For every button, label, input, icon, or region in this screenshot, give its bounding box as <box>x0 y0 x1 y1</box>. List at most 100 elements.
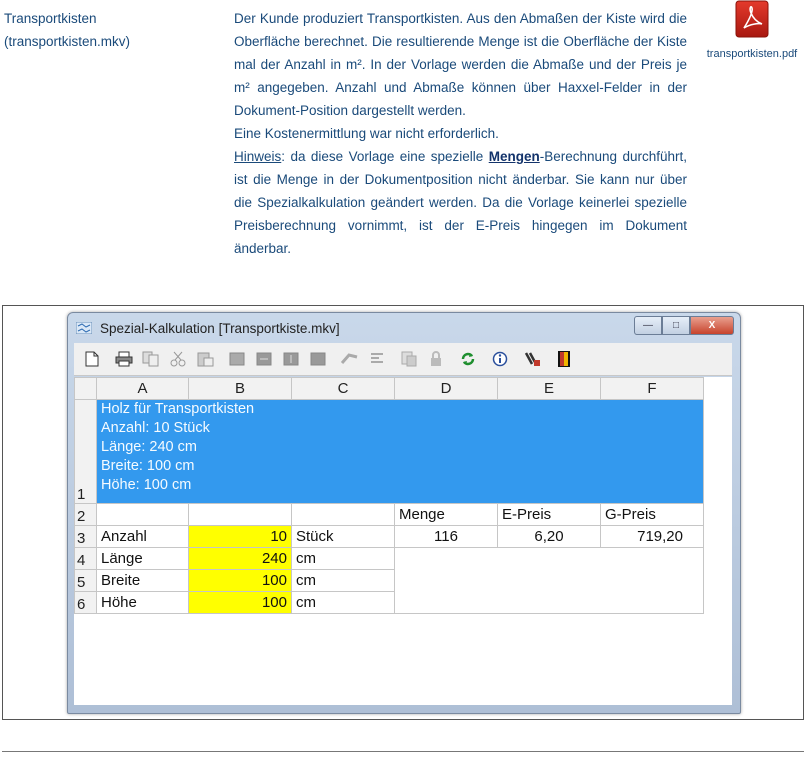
description-cell[interactable]: Holz für Transportkisten Anzahl: 10 Stüc… <box>96 399 704 504</box>
breite-input-cell[interactable]: 100 <box>188 569 292 592</box>
anzahl-input-cell[interactable]: 10 <box>188 525 292 548</box>
menge-value-cell[interactable]: 116 <box>394 525 498 548</box>
cell[interactable] <box>600 569 704 592</box>
cell[interactable] <box>188 503 292 526</box>
toolbar <box>74 343 732 376</box>
corner-cell[interactable] <box>74 377 97 400</box>
table-row: 2 Menge E-Preis G-Preis <box>74 503 704 526</box>
cell[interactable] <box>394 547 498 570</box>
format-icon[interactable] <box>400 350 418 368</box>
cell-line: Anzahl: 10 Stück <box>101 420 210 436</box>
label-cell[interactable]: Höhe <box>96 591 189 614</box>
unit-cell[interactable]: cm <box>291 547 395 570</box>
refresh-icon[interactable] <box>459 350 477 368</box>
item-title-column: Transportkisten (transportkisten.mkv) <box>4 7 224 53</box>
unit-cell[interactable]: cm <box>291 591 395 614</box>
settings-icon[interactable] <box>523 350 541 368</box>
pdf-attachment[interactable]: transportkisten.pdf <box>700 0 804 60</box>
epreis-value-cell[interactable]: 6,20 <box>497 525 601 548</box>
cell[interactable] <box>394 591 498 614</box>
row-header-3[interactable]: 3 <box>74 525 97 548</box>
gpreis-header-cell[interactable]: G-Preis <box>600 503 704 526</box>
align-icon[interactable] <box>368 350 386 368</box>
hint-text-b: -Berechnung durchführt, ist die Menge in… <box>234 149 687 256</box>
close-button[interactable]: X <box>690 316 734 335</box>
table-row: 4 Länge 240 cm <box>74 547 704 570</box>
row-header-4[interactable]: 4 <box>74 547 97 570</box>
row-delete-icon[interactable] <box>282 350 300 368</box>
cell[interactable] <box>394 569 498 592</box>
maximize-icon: □ <box>672 320 680 331</box>
cell[interactable] <box>498 548 601 570</box>
hint-text-a: : da diese Vorlage eine spezielle <box>281 149 489 164</box>
pdf-filename[interactable]: transportkisten.pdf <box>700 48 804 60</box>
cell-line: Breite: 100 cm <box>101 458 195 474</box>
table-row: 3 Anzahl 10 Stück 116 6,20 719,20 <box>74 525 704 548</box>
paste-icon[interactable] <box>196 350 214 368</box>
copy-icon[interactable] <box>142 350 160 368</box>
app-icon <box>76 322 92 334</box>
unit-cell[interactable]: cm <box>291 569 395 592</box>
pdf-icon[interactable] <box>735 0 769 38</box>
hoehe-input-cell[interactable]: 100 <box>188 591 292 614</box>
description-paragraph: Der Kunde produziert Transportkisten. Au… <box>234 11 687 118</box>
hint-bold-link[interactable]: Mengen <box>489 149 540 164</box>
menge-header-cell[interactable]: Menge <box>394 503 498 526</box>
cell[interactable] <box>96 503 189 526</box>
window-titlebar[interactable]: Spezial-Kalkulation [Transportkiste.mkv]… <box>68 313 740 343</box>
column-header-f[interactable]: F <box>600 377 704 400</box>
item-title: Transportkisten <box>4 11 97 26</box>
label-cell[interactable]: Länge <box>96 547 189 570</box>
column-header-d[interactable]: D <box>394 377 498 400</box>
maximize-button[interactable]: □ <box>662 316 690 335</box>
row-append-icon[interactable] <box>255 350 273 368</box>
window-controls: — □ X <box>634 316 734 335</box>
column-header-e[interactable]: E <box>497 377 601 400</box>
gpreis-value-cell[interactable]: 719,20 <box>600 525 704 548</box>
epreis-header-cell[interactable]: E-Preis <box>497 503 601 526</box>
screenshot-frame: Spezial-Kalkulation [Transportkiste.mkv]… <box>2 305 804 720</box>
cell-line: Holz für Transportkisten <box>101 401 255 417</box>
label-cell[interactable]: Anzahl <box>96 525 189 548</box>
minimize-button[interactable]: — <box>634 316 662 335</box>
close-icon: X <box>708 320 716 331</box>
cell-line: Höhe: 100 cm <box>101 477 192 493</box>
new-icon[interactable] <box>83 350 101 368</box>
info-icon[interactable] <box>491 350 509 368</box>
column-header-a[interactable]: A <box>96 377 189 400</box>
row-insert-icon[interactable] <box>228 350 246 368</box>
row-clear-icon[interactable] <box>309 350 327 368</box>
hint-label: Hinweis <box>234 149 282 164</box>
item-description: Der Kunde produziert Transportkisten. Au… <box>234 7 687 260</box>
table-row: 6 Höhe 100 cm <box>74 591 704 614</box>
unit-cell[interactable]: Stück <box>291 525 395 548</box>
label-cell[interactable]: Breite <box>96 569 189 592</box>
row-header-6[interactable]: 6 <box>74 591 97 614</box>
description-hint: Hinweis: da diese Vorlage eine spezielle… <box>234 145 687 260</box>
cell[interactable] <box>600 591 704 614</box>
print-icon[interactable] <box>115 350 133 368</box>
laenge-input-cell[interactable]: 240 <box>188 547 292 570</box>
table-row: 5 Breite 100 cm <box>74 569 704 592</box>
spezial-kalkulation-window: Spezial-Kalkulation [Transportkiste.mkv]… <box>67 312 741 714</box>
description-note: Eine Kostenermittlung war nicht erforder… <box>234 126 499 141</box>
column-header-c[interactable]: C <box>291 377 395 400</box>
cell[interactable] <box>291 503 395 526</box>
row-header-2[interactable]: 2 <box>74 503 97 526</box>
item-file: (transportkisten.mkv) <box>4 34 131 49</box>
column-icon[interactable] <box>341 350 359 368</box>
exit-icon[interactable] <box>555 350 573 368</box>
spreadsheet-grid: A B C D E F 1 Holz für Transportkisten A… <box>74 377 704 614</box>
cut-icon[interactable] <box>169 350 187 368</box>
column-header-row: A B C D E F <box>74 377 704 400</box>
cell[interactable] <box>497 591 601 614</box>
cell-line: Länge: 240 cm <box>101 439 197 455</box>
column-header-b[interactable]: B <box>188 377 292 400</box>
cell[interactable] <box>600 547 704 570</box>
row-header-5[interactable]: 5 <box>74 569 97 592</box>
spreadsheet-area: A B C D E F 1 Holz für Transportkisten A… <box>74 377 732 705</box>
lock-icon[interactable] <box>427 350 445 368</box>
cell[interactable] <box>498 570 601 592</box>
row-header-1[interactable]: 1 <box>74 399 97 504</box>
minimize-icon: — <box>643 320 653 331</box>
